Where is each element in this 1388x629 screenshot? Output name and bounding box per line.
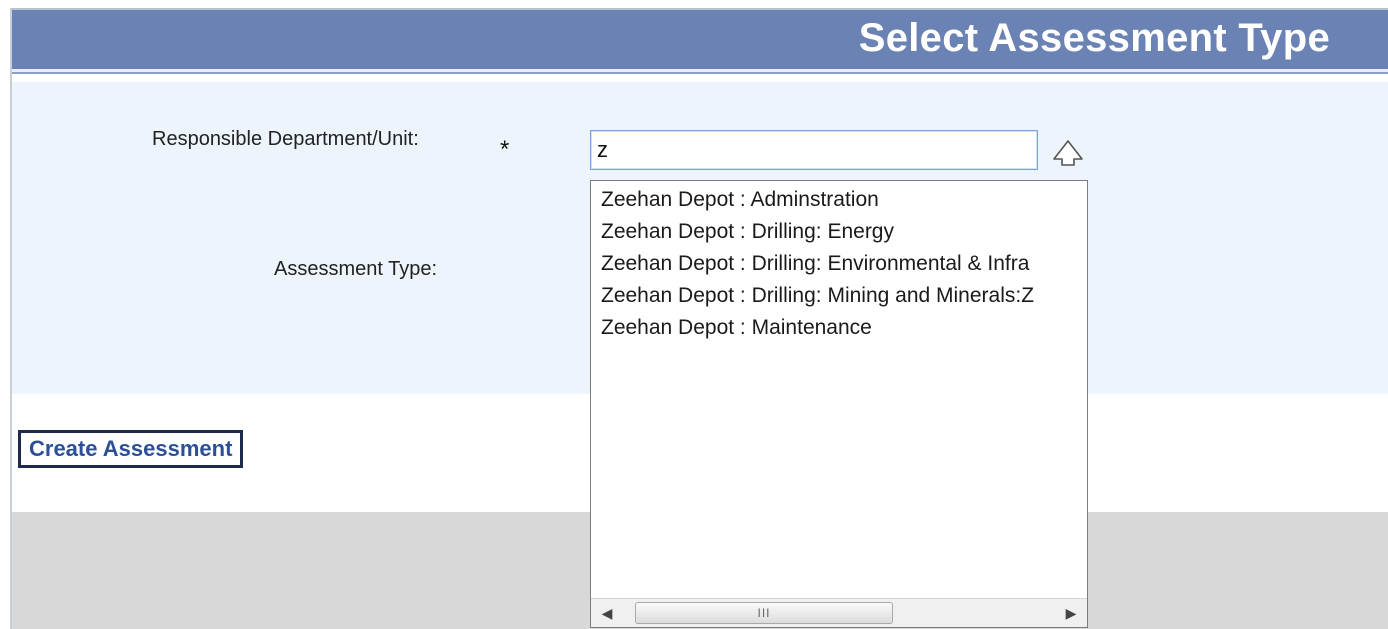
chevron-up-outline-icon[interactable] bbox=[1048, 138, 1088, 168]
create-assessment-button[interactable]: Create Assessment bbox=[18, 430, 244, 468]
header-divider bbox=[12, 72, 1388, 74]
page-header: Select Assessment Type bbox=[12, 10, 1388, 72]
app-window: Select Assessment Type Responsible Depar… bbox=[10, 8, 1388, 629]
dropdown-list: Zeehan Depot : Adminstration Zeehan Depo… bbox=[591, 185, 1087, 345]
arrow-right-icon[interactable]: ▶ bbox=[1059, 599, 1083, 627]
department-label: Responsible Department/Unit: bbox=[152, 128, 419, 150]
scrollbar-thumb[interactable]: III bbox=[635, 602, 893, 624]
dropdown-option[interactable]: Zeehan Depot : Drilling: Environmental &… bbox=[591, 249, 1087, 281]
department-dropdown[interactable]: Zeehan Depot : Adminstration Zeehan Depo… bbox=[590, 180, 1088, 628]
department-input[interactable] bbox=[590, 130, 1038, 170]
arrow-left-icon[interactable]: ◀ bbox=[595, 599, 619, 627]
horizontal-scrollbar[interactable]: ◀ III ▶ bbox=[591, 598, 1087, 627]
page-title: Select Assessment Type bbox=[858, 16, 1330, 60]
required-marker: * bbox=[500, 136, 510, 163]
assessment-type-label: Assessment Type: bbox=[274, 258, 438, 280]
dropdown-option[interactable]: Zeehan Depot : Drilling: Mining and Mine… bbox=[591, 281, 1087, 313]
dropdown-option[interactable]: Zeehan Depot : Drilling: Energy bbox=[591, 217, 1087, 249]
dropdown-option[interactable]: Zeehan Depot : Adminstration bbox=[591, 185, 1087, 217]
scrollbar-grip: III bbox=[757, 606, 771, 620]
dropdown-option[interactable]: Zeehan Depot : Maintenance bbox=[591, 313, 1087, 345]
